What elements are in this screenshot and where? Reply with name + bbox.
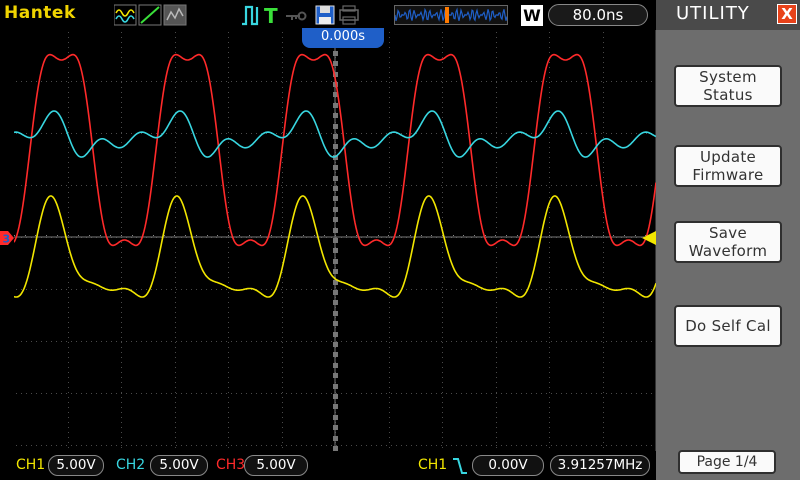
waveform-display[interactable]: 0.000s bbox=[14, 28, 656, 451]
ch3-marker-label: 3 bbox=[3, 233, 11, 246]
trigger-source-label: CH1 bbox=[418, 457, 448, 473]
ch3-scale[interactable]: 5.00V bbox=[244, 455, 308, 476]
ch3-position-marker[interactable]: 3 bbox=[0, 230, 14, 246]
page-indicator-button[interactable]: Page 1/4 bbox=[678, 450, 776, 474]
close-icon[interactable]: X bbox=[777, 4, 797, 24]
system-status-button[interactable]: System Status bbox=[674, 65, 782, 107]
menu-header: UTILITY X bbox=[656, 0, 800, 30]
self-cal-button[interactable]: Do Self Cal bbox=[674, 305, 782, 347]
trigger-frequency: 3.91257MHz bbox=[550, 455, 650, 476]
window-indicator: W bbox=[521, 5, 543, 26]
timebase-readout[interactable]: 80.0ns bbox=[548, 4, 648, 26]
trigger-time-label[interactable]: 0.000s bbox=[302, 28, 384, 48]
update-firmware-button[interactable]: Update Firmware bbox=[674, 145, 782, 187]
ch1-label: CH1 bbox=[16, 457, 46, 473]
bottom-status-bar: CH1 5.00V CH2 5.00V CH3 5.00V CH1 0.00V … bbox=[0, 451, 656, 480]
save-waveform-button[interactable]: Save Waveform bbox=[674, 221, 782, 263]
utility-menu: UTILITY X System Status Update Firmware … bbox=[656, 0, 800, 480]
ch1-scale[interactable]: 5.00V bbox=[48, 455, 104, 476]
falling-edge-icon bbox=[453, 458, 467, 474]
scope-graticule bbox=[14, 30, 656, 451]
trigger-status-icons: T bbox=[240, 4, 360, 26]
ch2-scale[interactable]: 5.00V bbox=[150, 455, 208, 476]
brand-logo: Hantek bbox=[4, 3, 76, 23]
acquire-mode-icons bbox=[114, 4, 192, 26]
ch2-label: CH2 bbox=[116, 457, 146, 473]
trigger-level[interactable]: 0.00V bbox=[472, 455, 544, 476]
menu-title: UTILITY bbox=[676, 3, 750, 24]
svg-text:T: T bbox=[264, 4, 278, 26]
top-status-bar: Hantek T W 80.0ns bbox=[0, 0, 656, 30]
memory-position-bar[interactable] bbox=[394, 5, 508, 25]
ch3-label: CH3 bbox=[216, 457, 246, 473]
